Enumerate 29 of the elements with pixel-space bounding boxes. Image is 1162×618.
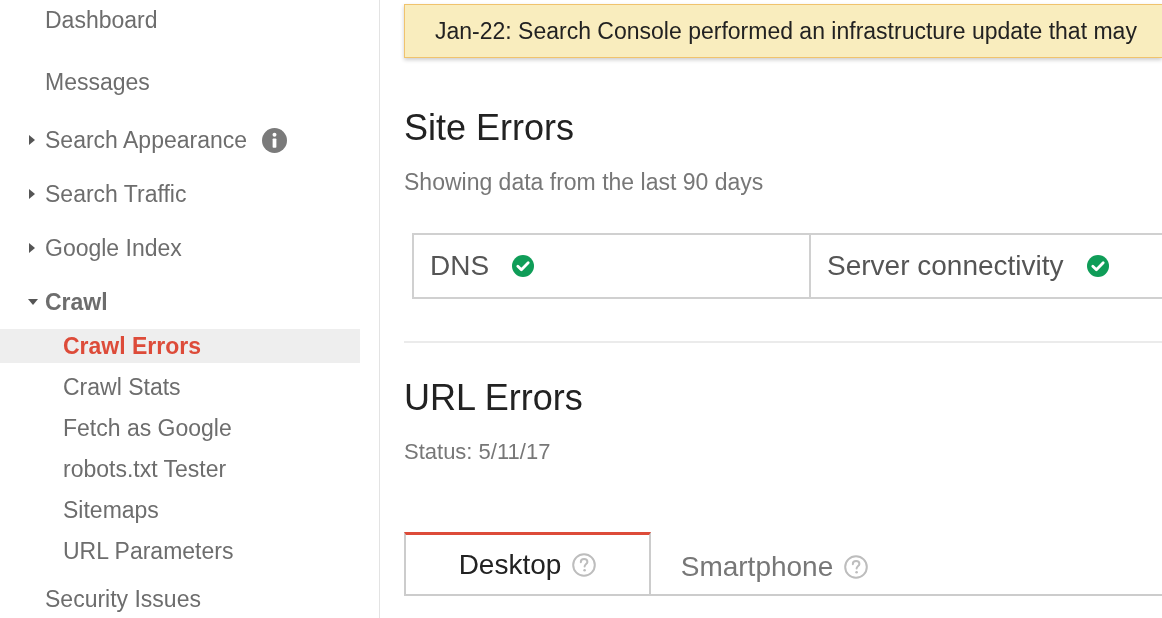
sidebar-subitem[interactable]: Crawl Stats — [0, 370, 360, 404]
sidebar-subitem[interactable]: Crawl Errors — [0, 329, 360, 363]
help-icon[interactable] — [844, 554, 869, 579]
sidebar-item[interactable]: Security Issues — [0, 581, 360, 617]
tab[interactable]: Desktop — [404, 532, 651, 594]
sidebar-subitem[interactable]: URL Parameters — [0, 534, 360, 568]
caret-right-icon — [29, 189, 35, 199]
sidebar-subitem[interactable]: Fetch as Google — [0, 411, 360, 445]
sidebar-item[interactable]: Search Traffic — [0, 174, 360, 214]
status-date: Status: 5/11/17 — [404, 438, 551, 466]
caret-down-icon — [28, 299, 38, 305]
caret-right-icon — [29, 243, 35, 253]
caret-right-icon — [29, 135, 35, 145]
help-icon[interactable] — [572, 552, 597, 577]
info-icon[interactable] — [262, 127, 288, 153]
sidebar-item[interactable]: Crawl — [0, 282, 360, 322]
section-title: Site Errors — [404, 107, 575, 149]
sidebar-item[interactable]: Dashboard — [0, 2, 360, 38]
section-subtitle: Showing data from the last 90 days — [404, 168, 764, 196]
sidebar-item[interactable]: Messages — [0, 64, 360, 100]
check-label: DNS — [430, 252, 490, 280]
tab[interactable]: Smartphone — [651, 532, 898, 594]
sidebar-subitem[interactable]: Sitemaps — [0, 493, 360, 527]
check-label: Server connectivity — [827, 252, 1064, 280]
notice-text: Jan-22: Search Console performed an infrastructure update that may — [435, 19, 1137, 43]
section-title: URL Errors — [404, 377, 583, 419]
sidebar-item[interactable]: Google Index — [0, 228, 360, 268]
sidebar-subitem[interactable]: robots.txt Tester — [0, 452, 360, 486]
sidebar-item[interactable]: Search Appearance — [0, 120, 360, 160]
